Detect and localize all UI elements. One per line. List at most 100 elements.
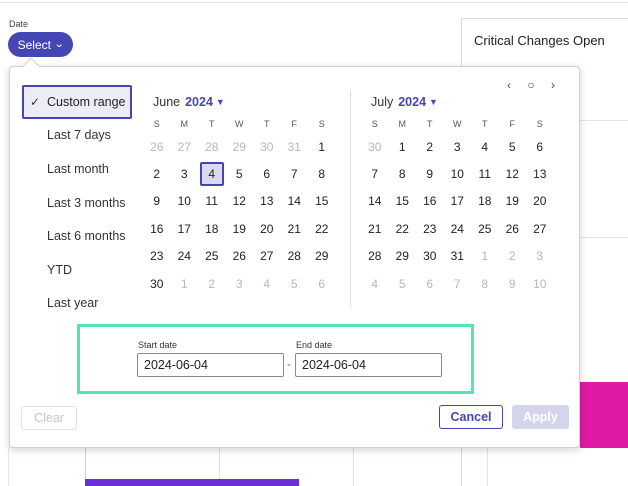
day-cell[interactable]: 20 [253,215,281,242]
today-circle-icon[interactable]: ○ [525,78,537,92]
caret-down-icon[interactable]: ▼ [429,97,438,107]
caret-down-icon[interactable]: ▼ [216,97,225,107]
chevron-left-icon[interactable]: ‹ [503,78,515,92]
day-cell[interactable]: 19 [226,215,254,242]
preset-custom-range[interactable]: ✓ Custom range [22,85,132,119]
day-cell[interactable]: 1 [471,243,499,270]
day-cell[interactable]: 2 [198,270,226,297]
day-cell[interactable]: 10 [526,270,554,297]
day-cell[interactable]: 16 [416,188,444,215]
day-cell[interactable]: 10 [444,160,472,187]
day-cell[interactable]: 17 [171,215,199,242]
day-cell[interactable]: 2 [143,160,171,187]
day-cell[interactable]: 9 [416,160,444,187]
day-cell[interactable]: 6 [526,133,554,160]
preset-last-7-days[interactable]: Last 7 days [22,119,132,153]
day-cell[interactable]: 30 [143,270,171,297]
day-cell[interactable]: 6 [416,270,444,297]
day-cell[interactable]: 1 [308,133,336,160]
day-cell[interactable]: 19 [499,188,527,215]
day-cell[interactable]: 7 [281,160,309,187]
day-cell[interactable]: 30 [416,243,444,270]
day-cell[interactable]: 2 [499,243,527,270]
day-cell[interactable]: 15 [389,188,417,215]
day-cell[interactable]: 8 [308,160,336,187]
day-cell[interactable]: 17 [444,188,472,215]
preset-last-year[interactable]: Last year [22,287,132,321]
day-cell[interactable]: 30 [361,133,389,160]
day-cell[interactable]: 5 [281,270,309,297]
day-cell[interactable]: 28 [198,133,226,160]
day-cell[interactable]: 1 [171,270,199,297]
day-cell[interactable]: 3 [226,270,254,297]
apply-button[interactable]: Apply [512,405,569,429]
day-cell[interactable]: 12 [499,160,527,187]
clear-button[interactable]: Clear [21,406,77,430]
day-cell[interactable]: 7 [444,270,472,297]
preset-ytd[interactable]: YTD [22,253,132,287]
day-cell[interactable]: 23 [416,215,444,242]
day-cell[interactable]: 4 [361,270,389,297]
end-date-input[interactable]: 2024-06-04 [295,353,442,377]
day-cell[interactable]: 7 [361,160,389,187]
day-cell[interactable]: 4 [471,133,499,160]
day-cell[interactable]: 26 [499,215,527,242]
date-select-button[interactable]: Select ⌄ [8,32,73,57]
day-cell[interactable]: 28 [361,243,389,270]
day-cell[interactable]: 5 [226,160,254,187]
day-cell[interactable]: 28 [281,243,309,270]
preset-last-month[interactable]: Last month [22,152,132,186]
preset-last-3-months[interactable]: Last 3 months [22,186,132,220]
day-cell[interactable]: 29 [226,133,254,160]
start-date-input[interactable]: 2024-06-04 [137,353,284,377]
day-cell[interactable]: 9 [499,270,527,297]
day-cell[interactable]: 26 [143,133,171,160]
day-cell[interactable]: 27 [171,133,199,160]
year-selector[interactable]: 2024 [185,95,213,109]
day-cell[interactable]: 20 [526,188,554,215]
day-cell[interactable]: 24 [444,215,472,242]
day-cell[interactable]: 27 [253,243,281,270]
day-cell[interactable]: 11 [198,188,226,215]
year-selector[interactable]: 2024 [398,95,426,109]
chevron-right-icon[interactable]: › [547,78,559,92]
day-cell[interactable]: 14 [361,188,389,215]
day-cell[interactable]: 30 [253,133,281,160]
day-cell[interactable]: 25 [198,243,226,270]
day-cell[interactable]: 8 [471,270,499,297]
day-cell[interactable]: 29 [389,243,417,270]
day-cell[interactable]: 21 [281,215,309,242]
day-cell[interactable]: 24 [171,243,199,270]
day-cell[interactable]: 31 [444,243,472,270]
day-cell[interactable]: 6 [308,270,336,297]
day-cell[interactable]: 26 [226,243,254,270]
day-cell[interactable]: 4 [253,270,281,297]
day-cell[interactable]: 23 [143,243,171,270]
day-cell[interactable]: 6 [253,160,281,187]
day-cell[interactable]: 13 [526,160,554,187]
day-cell[interactable]: 9 [143,188,171,215]
day-cell[interactable]: 21 [361,215,389,242]
day-cell[interactable]: 3 [171,160,199,187]
day-cell[interactable]: 25 [471,215,499,242]
day-cell[interactable]: 3 [444,133,472,160]
day-cell[interactable]: 13 [253,188,281,215]
day-cell[interactable]: 18 [471,188,499,215]
day-cell-selected[interactable]: 4 [198,160,226,187]
cancel-button[interactable]: Cancel [439,405,503,429]
day-cell[interactable]: 31 [281,133,309,160]
day-cell[interactable]: 3 [526,243,554,270]
day-cell[interactable]: 29 [308,243,336,270]
day-cell[interactable]: 27 [526,215,554,242]
day-cell[interactable]: 5 [499,133,527,160]
day-cell[interactable]: 16 [143,215,171,242]
day-cell[interactable]: 2 [416,133,444,160]
preset-last-6-months[interactable]: Last 6 months [22,219,132,253]
day-cell[interactable]: 12 [226,188,254,215]
day-cell[interactable]: 22 [389,215,417,242]
day-cell[interactable]: 5 [389,270,417,297]
day-cell[interactable]: 11 [471,160,499,187]
day-cell[interactable]: 10 [171,188,199,215]
day-cell[interactable]: 14 [281,188,309,215]
day-cell[interactable]: 8 [389,160,417,187]
